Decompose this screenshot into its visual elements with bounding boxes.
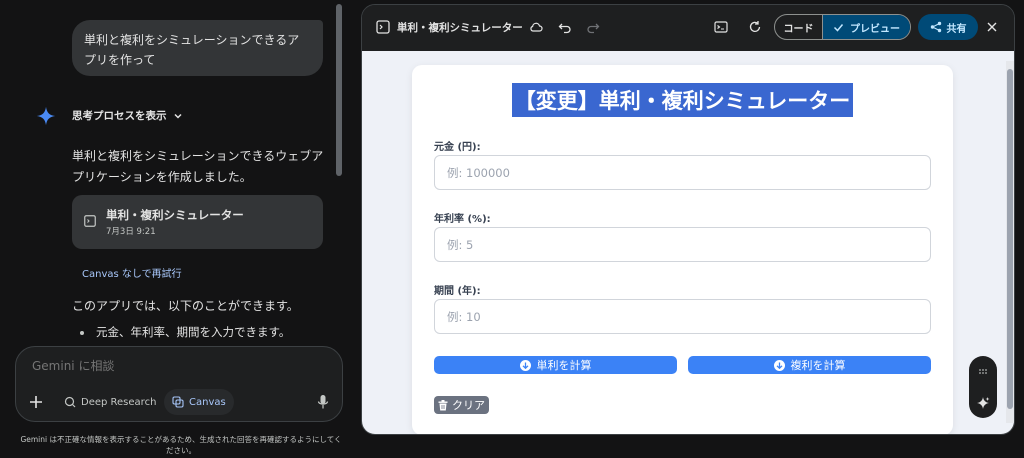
list-item: 元金、年利率、期間を入力できます。 bbox=[80, 324, 290, 340]
canvas-artifact-card[interactable]: 単利・複利シミュレーター 7月3日 9:21 bbox=[72, 195, 323, 249]
intro-text: このアプリでは、以下のことができます。 bbox=[72, 299, 299, 313]
artifact-card-date: 7月3日 9:21 bbox=[106, 227, 156, 237]
tab-preview-label: プレビュー bbox=[850, 23, 900, 35]
period-input[interactable] bbox=[434, 299, 931, 334]
mic-icon[interactable] bbox=[316, 394, 330, 410]
principal-input[interactable] bbox=[434, 155, 931, 190]
preview-scrollbar-thumb[interactable] bbox=[1007, 69, 1013, 409]
arrow-down-circle-icon bbox=[519, 359, 531, 371]
tab-code[interactable]: コード bbox=[775, 15, 823, 39]
clear-button[interactable]: クリア bbox=[434, 396, 489, 414]
share-icon bbox=[930, 21, 941, 33]
chevron-down-icon bbox=[173, 113, 182, 119]
app-heading: 【変更】単利・複利シミュレーター bbox=[511, 83, 854, 117]
view-toggle: コード プレビュー bbox=[774, 14, 911, 40]
bullet-dot bbox=[80, 330, 84, 335]
prompt-box: Deep Research Canvas bbox=[15, 346, 343, 422]
deep-research-icon bbox=[64, 396, 76, 408]
show-thinking-label: 思考プロセスを表示 bbox=[72, 110, 167, 122]
check-icon bbox=[833, 23, 844, 32]
app-card: 【変更】単利・複利シミュレーター 元金 (円): 年利率 (%): 期間 (年)… bbox=[412, 65, 953, 434]
gemini-spark-icon bbox=[36, 106, 56, 126]
grid-dots-icon[interactable] bbox=[976, 366, 990, 380]
deep-research-button[interactable]: Deep Research bbox=[56, 389, 164, 415]
close-icon[interactable] bbox=[986, 21, 998, 33]
cloud-icon[interactable] bbox=[529, 20, 543, 34]
code-window-icon bbox=[84, 215, 96, 227]
user-message-bubble: 単利と複利をシミュレーションできるアプリを作って bbox=[72, 20, 323, 76]
chat-scrollbar[interactable] bbox=[336, 4, 342, 176]
code-window-icon bbox=[376, 20, 390, 34]
sparkle-edit-icon[interactable] bbox=[976, 396, 990, 410]
answer-text: 単利と複利をシミュレーションできるウェブアプリケーションを作成しました。 bbox=[72, 149, 324, 184]
artifact-card-title: 単利・複利シミュレーター bbox=[106, 208, 244, 222]
compound-interest-button[interactable]: 複利を計算 bbox=[688, 356, 931, 374]
redo-icon[interactable] bbox=[586, 20, 600, 34]
retry-without-canvas-link[interactable]: Canvas なしで再試行 bbox=[82, 265, 182, 280]
principal-label: 元金 (円): bbox=[434, 142, 481, 153]
arrow-down-circle-icon bbox=[773, 359, 785, 371]
canvas-label: Canvas bbox=[189, 396, 226, 408]
undo-icon[interactable] bbox=[558, 20, 572, 34]
canvas-pane: 単利・複利シミュレーター コード プレビュー 共有 【変更】単利・複利シミュレー… bbox=[361, 4, 1015, 435]
clear-label: クリア bbox=[452, 399, 485, 412]
refresh-icon[interactable] bbox=[748, 20, 762, 34]
simple-interest-button[interactable]: 単利を計算 bbox=[434, 356, 677, 374]
deep-research-label: Deep Research bbox=[81, 396, 157, 408]
disclaimer-text: Gemini は不正確な情報を表示することがあるため、生成された回答を再確認する… bbox=[20, 435, 342, 455]
list-item-text: 元金、年利率、期間を入力できます。 bbox=[96, 325, 291, 339]
rate-label: 年利率 (%): bbox=[434, 214, 491, 225]
simple-interest-label: 単利を計算 bbox=[536, 359, 592, 372]
trash-icon bbox=[438, 399, 448, 410]
period-label: 期間 (年): bbox=[434, 286, 481, 297]
canvas-toolbar: 単利・複利シミュレーター コード プレビュー 共有 bbox=[362, 5, 1014, 51]
canvas-button[interactable]: Canvas bbox=[164, 389, 234, 415]
floating-tools bbox=[969, 356, 997, 418]
canvas-icon bbox=[172, 396, 184, 408]
share-label: 共有 bbox=[946, 23, 967, 35]
heading-row: 【変更】単利・複利シミュレーター bbox=[412, 83, 953, 117]
rate-input[interactable] bbox=[434, 227, 931, 262]
preview-area: 【変更】単利・複利シミュレーター 元金 (円): 年利率 (%): 期間 (年)… bbox=[362, 51, 1014, 434]
compound-interest-label: 複利を計算 bbox=[790, 359, 846, 372]
console-icon[interactable] bbox=[714, 20, 728, 34]
plus-icon[interactable] bbox=[28, 394, 44, 410]
preview-scrollbar[interactable] bbox=[1006, 61, 1014, 423]
tab-preview[interactable]: プレビュー bbox=[823, 15, 910, 39]
share-button[interactable]: 共有 bbox=[918, 14, 978, 40]
show-thinking-toggle[interactable]: 思考プロセスを表示 bbox=[72, 108, 183, 123]
canvas-title: 単利・複利シミュレーター bbox=[397, 22, 523, 34]
chat-pane: 単利と複利をシミュレーションできるアプリを作って 思考プロセスを表示 単利と複利… bbox=[0, 0, 358, 458]
prompt-input[interactable] bbox=[32, 359, 312, 373]
